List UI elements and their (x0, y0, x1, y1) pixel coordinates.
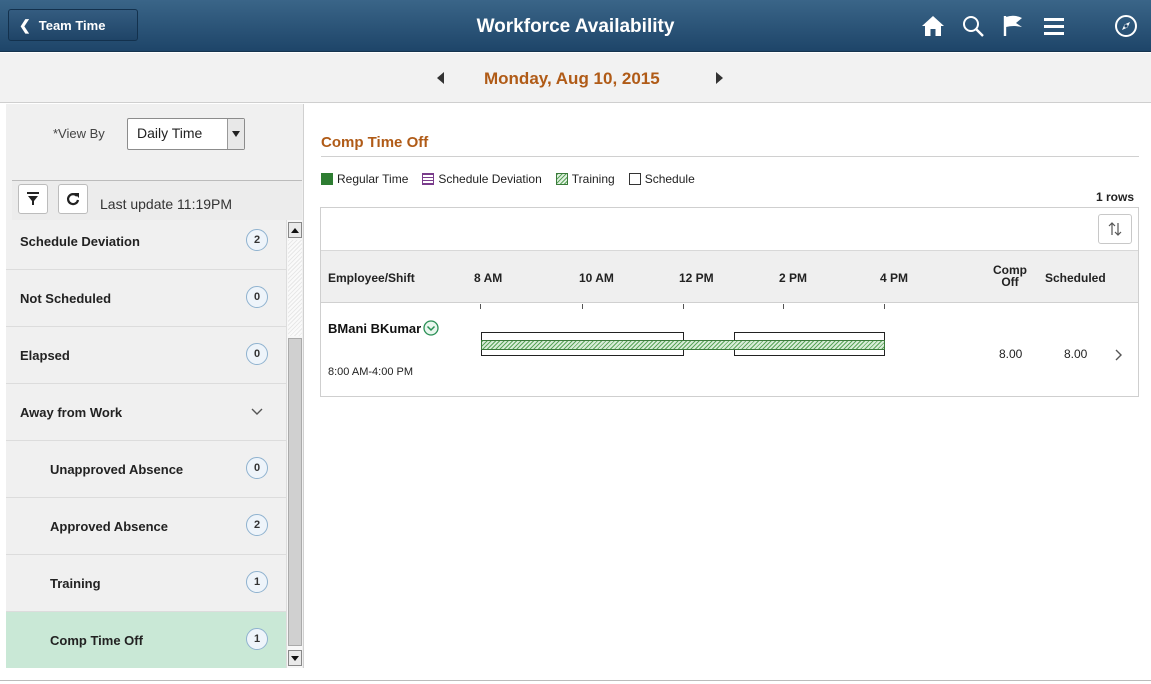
legend-label: Schedule Deviation (438, 172, 542, 186)
count-badge: 0 (246, 457, 268, 479)
legend-regular-time: Regular Time (321, 172, 408, 186)
view-by-label: *View By (53, 126, 105, 141)
legend-label: Schedule (644, 172, 695, 186)
legend-label: Training (571, 172, 615, 186)
employee-name-text: BMani BKumar (328, 320, 422, 336)
column-4pm: 4 PM (880, 271, 909, 285)
view-by-value: Daily Time (137, 125, 203, 141)
previous-day-icon[interactable] (434, 70, 448, 86)
list-item-away-from-work[interactable]: Away from Work (6, 384, 286, 441)
comp-off-value: 8.00 (999, 347, 1023, 361)
availability-grid: Employee/Shift 8 AM 10 AM 12 PM 2 PM 4 P… (320, 207, 1139, 397)
schedule-swatch (628, 173, 641, 185)
schedule-deviation-swatch (422, 173, 435, 185)
timeline-tick (884, 304, 885, 309)
chevron-down-icon (251, 404, 263, 419)
list-item-elapsed[interactable]: Elapsed 0 (6, 327, 286, 384)
training-swatch (555, 173, 568, 185)
column-8am: 8 AM (474, 271, 503, 285)
last-update-text: Last update 11:19PM (100, 196, 233, 212)
legend-schedule: Schedule (628, 172, 695, 186)
shift-time: 8:00 AM-4:00 PM (328, 366, 413, 378)
legend-label: Regular Time (337, 172, 409, 186)
filter-button[interactable] (18, 184, 48, 214)
column-employee-shift[interactable]: Employee/Shift (328, 271, 415, 285)
column-comp-off-line2: Off (1001, 275, 1019, 289)
filter-icon (27, 192, 39, 205)
related-actions-icon[interactable] (423, 320, 439, 336)
page-bottom-border (0, 680, 1151, 681)
column-comp-off[interactable]: Comp Off (993, 264, 1027, 288)
flag-icon[interactable] (998, 12, 1028, 40)
legend-schedule-deviation: Schedule Deviation (422, 172, 542, 186)
top-header: ❮ Team Time Workforce Availability (0, 0, 1151, 52)
training-bar (481, 340, 885, 350)
scroll-track (288, 240, 302, 336)
grid-header: Employee/Shift 8 AM 10 AM 12 PM 2 PM 4 P… (321, 251, 1138, 303)
list-item-label: Not Scheduled (20, 291, 112, 306)
scroll-thumb[interactable] (288, 338, 302, 646)
list-item-label: Unapproved Absence (50, 462, 184, 477)
scroll-up-icon[interactable] (288, 222, 302, 238)
count-badge: 2 (246, 514, 268, 536)
employee-name[interactable]: BMani BKumar (328, 320, 439, 336)
list-item-label: Comp Time Off (50, 633, 143, 648)
current-date: Monday, Aug 10, 2015 (484, 69, 660, 88)
list-item-label: Elapsed (20, 348, 70, 363)
legend-training: Training (555, 172, 615, 186)
list-item-label: Approved Absence (50, 519, 168, 534)
count-badge: 1 (246, 628, 268, 650)
chevron-right-icon[interactable] (1115, 349, 1123, 364)
next-day-icon[interactable] (712, 70, 726, 86)
scroll-down-icon[interactable] (288, 650, 302, 666)
count-badge: 1 (246, 571, 268, 593)
list-item-label: Training (50, 576, 101, 591)
rows-count: 1 rows (1096, 190, 1135, 204)
legend: Regular Time Schedule Deviation Training… (321, 172, 709, 186)
count-badge: 0 (246, 343, 268, 365)
list-item-approved-absence[interactable]: Approved Absence 2 (6, 498, 286, 555)
timeline-tick (582, 304, 583, 309)
list-item-unapproved-absence[interactable]: Unapproved Absence 0 (6, 441, 286, 498)
regular-time-swatch (321, 173, 333, 185)
category-list: Schedule Deviation 2 Not Scheduled 0 Ela… (6, 220, 286, 668)
count-badge: 2 (246, 229, 268, 251)
list-scrollbar[interactable] (286, 220, 302, 668)
column-10am: 10 AM (579, 271, 614, 285)
list-item-label: Schedule Deviation (20, 234, 140, 249)
column-2pm: 2 PM (779, 271, 808, 285)
list-item-schedule-deviation[interactable]: Schedule Deviation 2 (6, 220, 286, 270)
back-button-label: Team Time (38, 17, 106, 33)
view-by-select[interactable]: Daily Time (127, 118, 245, 150)
count-badge: 0 (246, 286, 268, 308)
scheduled-value: 8.00 (1064, 347, 1088, 361)
back-button[interactable]: ❮ Team Time (8, 9, 138, 41)
refresh-button[interactable] (58, 184, 88, 214)
refresh-icon (66, 193, 80, 206)
timeline-tick (683, 304, 684, 309)
section-title: Comp Time Off (321, 134, 429, 151)
dropdown-arrow-icon (227, 119, 244, 149)
menu-icon[interactable] (1039, 12, 1069, 40)
sort-icon (1108, 222, 1122, 236)
sort-button[interactable] (1098, 214, 1132, 244)
left-panel: *View By Daily Time Last update 11:19PM … (6, 104, 304, 668)
compass-icon[interactable] (1111, 12, 1141, 40)
search-icon[interactable] (958, 12, 988, 40)
section-divider (321, 156, 1139, 157)
list-item-training[interactable]: Training 1 (6, 555, 286, 612)
chevron-left-icon: ❮ (19, 16, 31, 33)
list-toolbar: Last update 11:19PM (12, 180, 302, 220)
date-navigation-bar: Monday, Aug 10, 2015 (0, 53, 1151, 103)
grid-toolbar (321, 208, 1138, 251)
home-icon[interactable] (918, 12, 948, 40)
column-scheduled[interactable]: Scheduled (1045, 271, 1106, 285)
column-12pm: 12 PM (679, 271, 714, 285)
list-item-not-scheduled[interactable]: Not Scheduled 0 (6, 270, 286, 327)
timeline-tick (783, 304, 784, 309)
list-item-label: Away from Work (20, 405, 123, 420)
timeline-tick (480, 304, 481, 309)
list-item-comp-time-off[interactable]: Comp Time Off 1 (6, 612, 286, 668)
